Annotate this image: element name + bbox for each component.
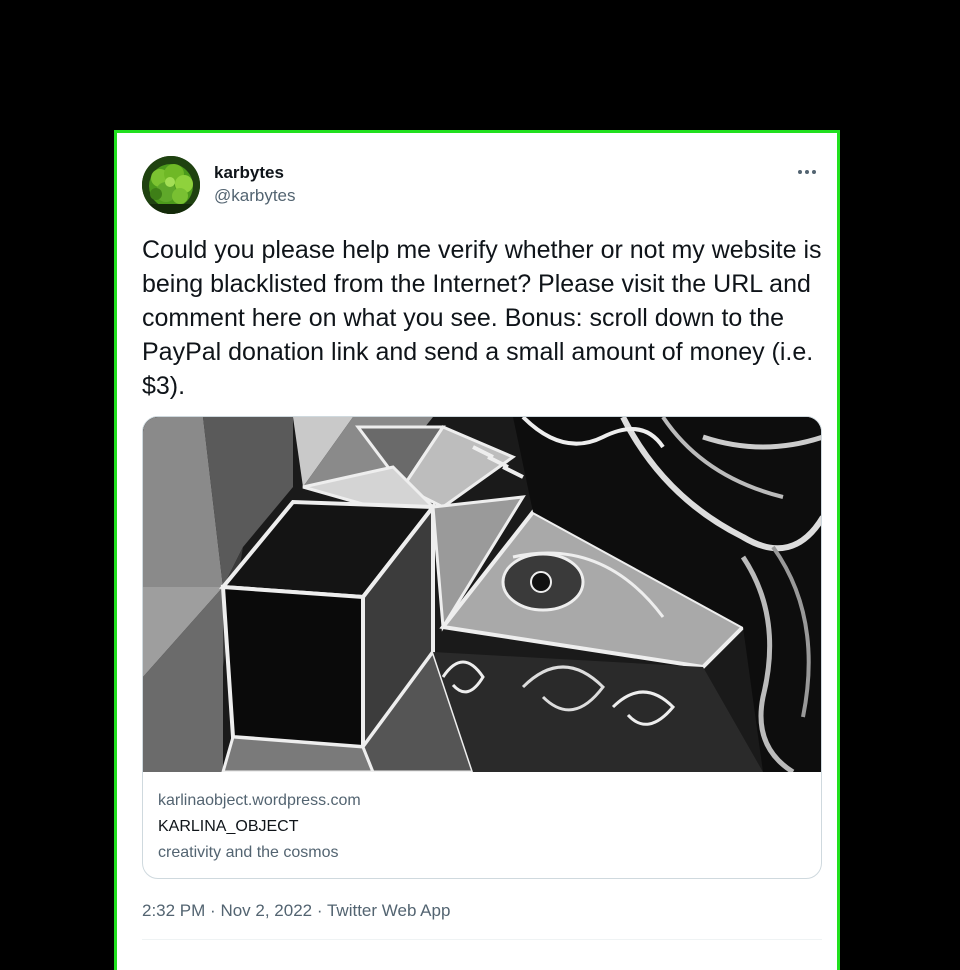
link-description: creativity and the cosmos [158, 844, 339, 861]
ellipsis-dot [805, 170, 809, 174]
tweet-header: karbytes @karbytes [142, 156, 822, 216]
tweet-time[interactable]: 2:32 PM [142, 901, 205, 920]
separator: · [210, 901, 216, 920]
ellipsis-icon[interactable] [792, 160, 822, 184]
avatar-image [142, 156, 200, 214]
author-names: karbytes @karbytes [214, 162, 296, 208]
link-preview-card[interactable]: karlinaobject.wordpress.com KARLINA_OBJE… [142, 416, 822, 879]
ellipsis-dot [798, 170, 802, 174]
ellipsis-dot [812, 170, 816, 174]
link-domain: karlinaobject.wordpress.com [158, 792, 361, 809]
divider [142, 939, 822, 940]
separator: · [316, 901, 323, 920]
tweet-text: Could you please help me verify whether … [142, 236, 822, 400]
tweet-card: karbytes @karbytes Could you please help… [114, 130, 840, 970]
link-title: KARLINA_OBJECT [158, 818, 299, 835]
author-display-name[interactable]: karbytes [214, 162, 296, 184]
tweet-source[interactable]: Twitter Web App [327, 901, 450, 920]
link-preview-image [143, 417, 821, 772]
tweet-timestamp: 2:32 PM · Nov 2, 2022 · Twitter Web App [142, 899, 450, 923]
avatar[interactable] [142, 156, 200, 214]
tweet-date[interactable]: Nov 2, 2022 [220, 901, 312, 920]
author-handle[interactable]: @karbytes [214, 184, 296, 208]
link-preview-meta: karlinaobject.wordpress.com KARLINA_OBJE… [158, 788, 361, 866]
